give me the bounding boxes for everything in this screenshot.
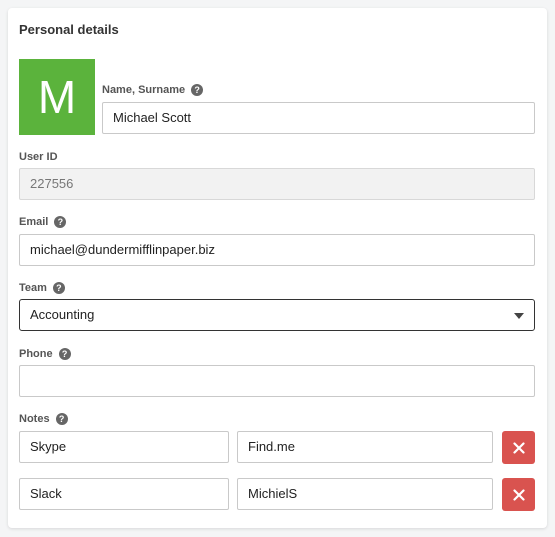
team-select[interactable]: Accounting [19,299,535,331]
help-icon[interactable]: ? [55,413,68,425]
team-label-row: Team ? [19,282,65,294]
close-icon [512,488,525,501]
personal-details-card: Personal details M Name, Surname ? Micha… [8,8,547,528]
email-label: Email [19,216,49,228]
phone-field[interactable] [19,365,535,397]
note-value-field[interactable]: Find.me [237,431,493,463]
userid-label: User ID [19,151,58,163]
phone-label-row: Phone ? [19,348,71,360]
help-icon[interactable]: ? [54,216,67,228]
note-value-field[interactable]: MichielS [237,478,493,510]
avatar: M [19,59,95,135]
name-label-row: Name, Surname ? [102,84,204,96]
note-key-field[interactable]: Skype [19,431,229,463]
delete-note-button[interactable] [502,478,535,511]
section-title: Personal details [19,22,119,37]
help-icon[interactable]: ? [58,348,71,360]
userid-label-row: User ID [19,151,58,163]
email-label-row: Email ? [19,216,67,228]
notes-label-row: Notes ? [19,413,68,425]
help-icon[interactable]: ? [52,282,65,294]
team-select-value: Accounting [30,307,95,322]
notes-label: Notes [19,413,50,425]
phone-label: Phone [19,348,53,360]
delete-note-button[interactable] [502,431,535,464]
note-key-field[interactable]: Slack [19,478,229,510]
help-icon[interactable]: ? [191,84,204,96]
close-icon [512,441,525,454]
name-field[interactable]: Michael Scott [102,102,535,134]
userid-field: 227556 [19,168,535,200]
team-label: Team [19,282,47,294]
name-label: Name, Surname [102,84,186,96]
email-field[interactable]: michael@dundermifflinpaper.biz [19,234,535,266]
chevron-down-icon [514,313,524,319]
